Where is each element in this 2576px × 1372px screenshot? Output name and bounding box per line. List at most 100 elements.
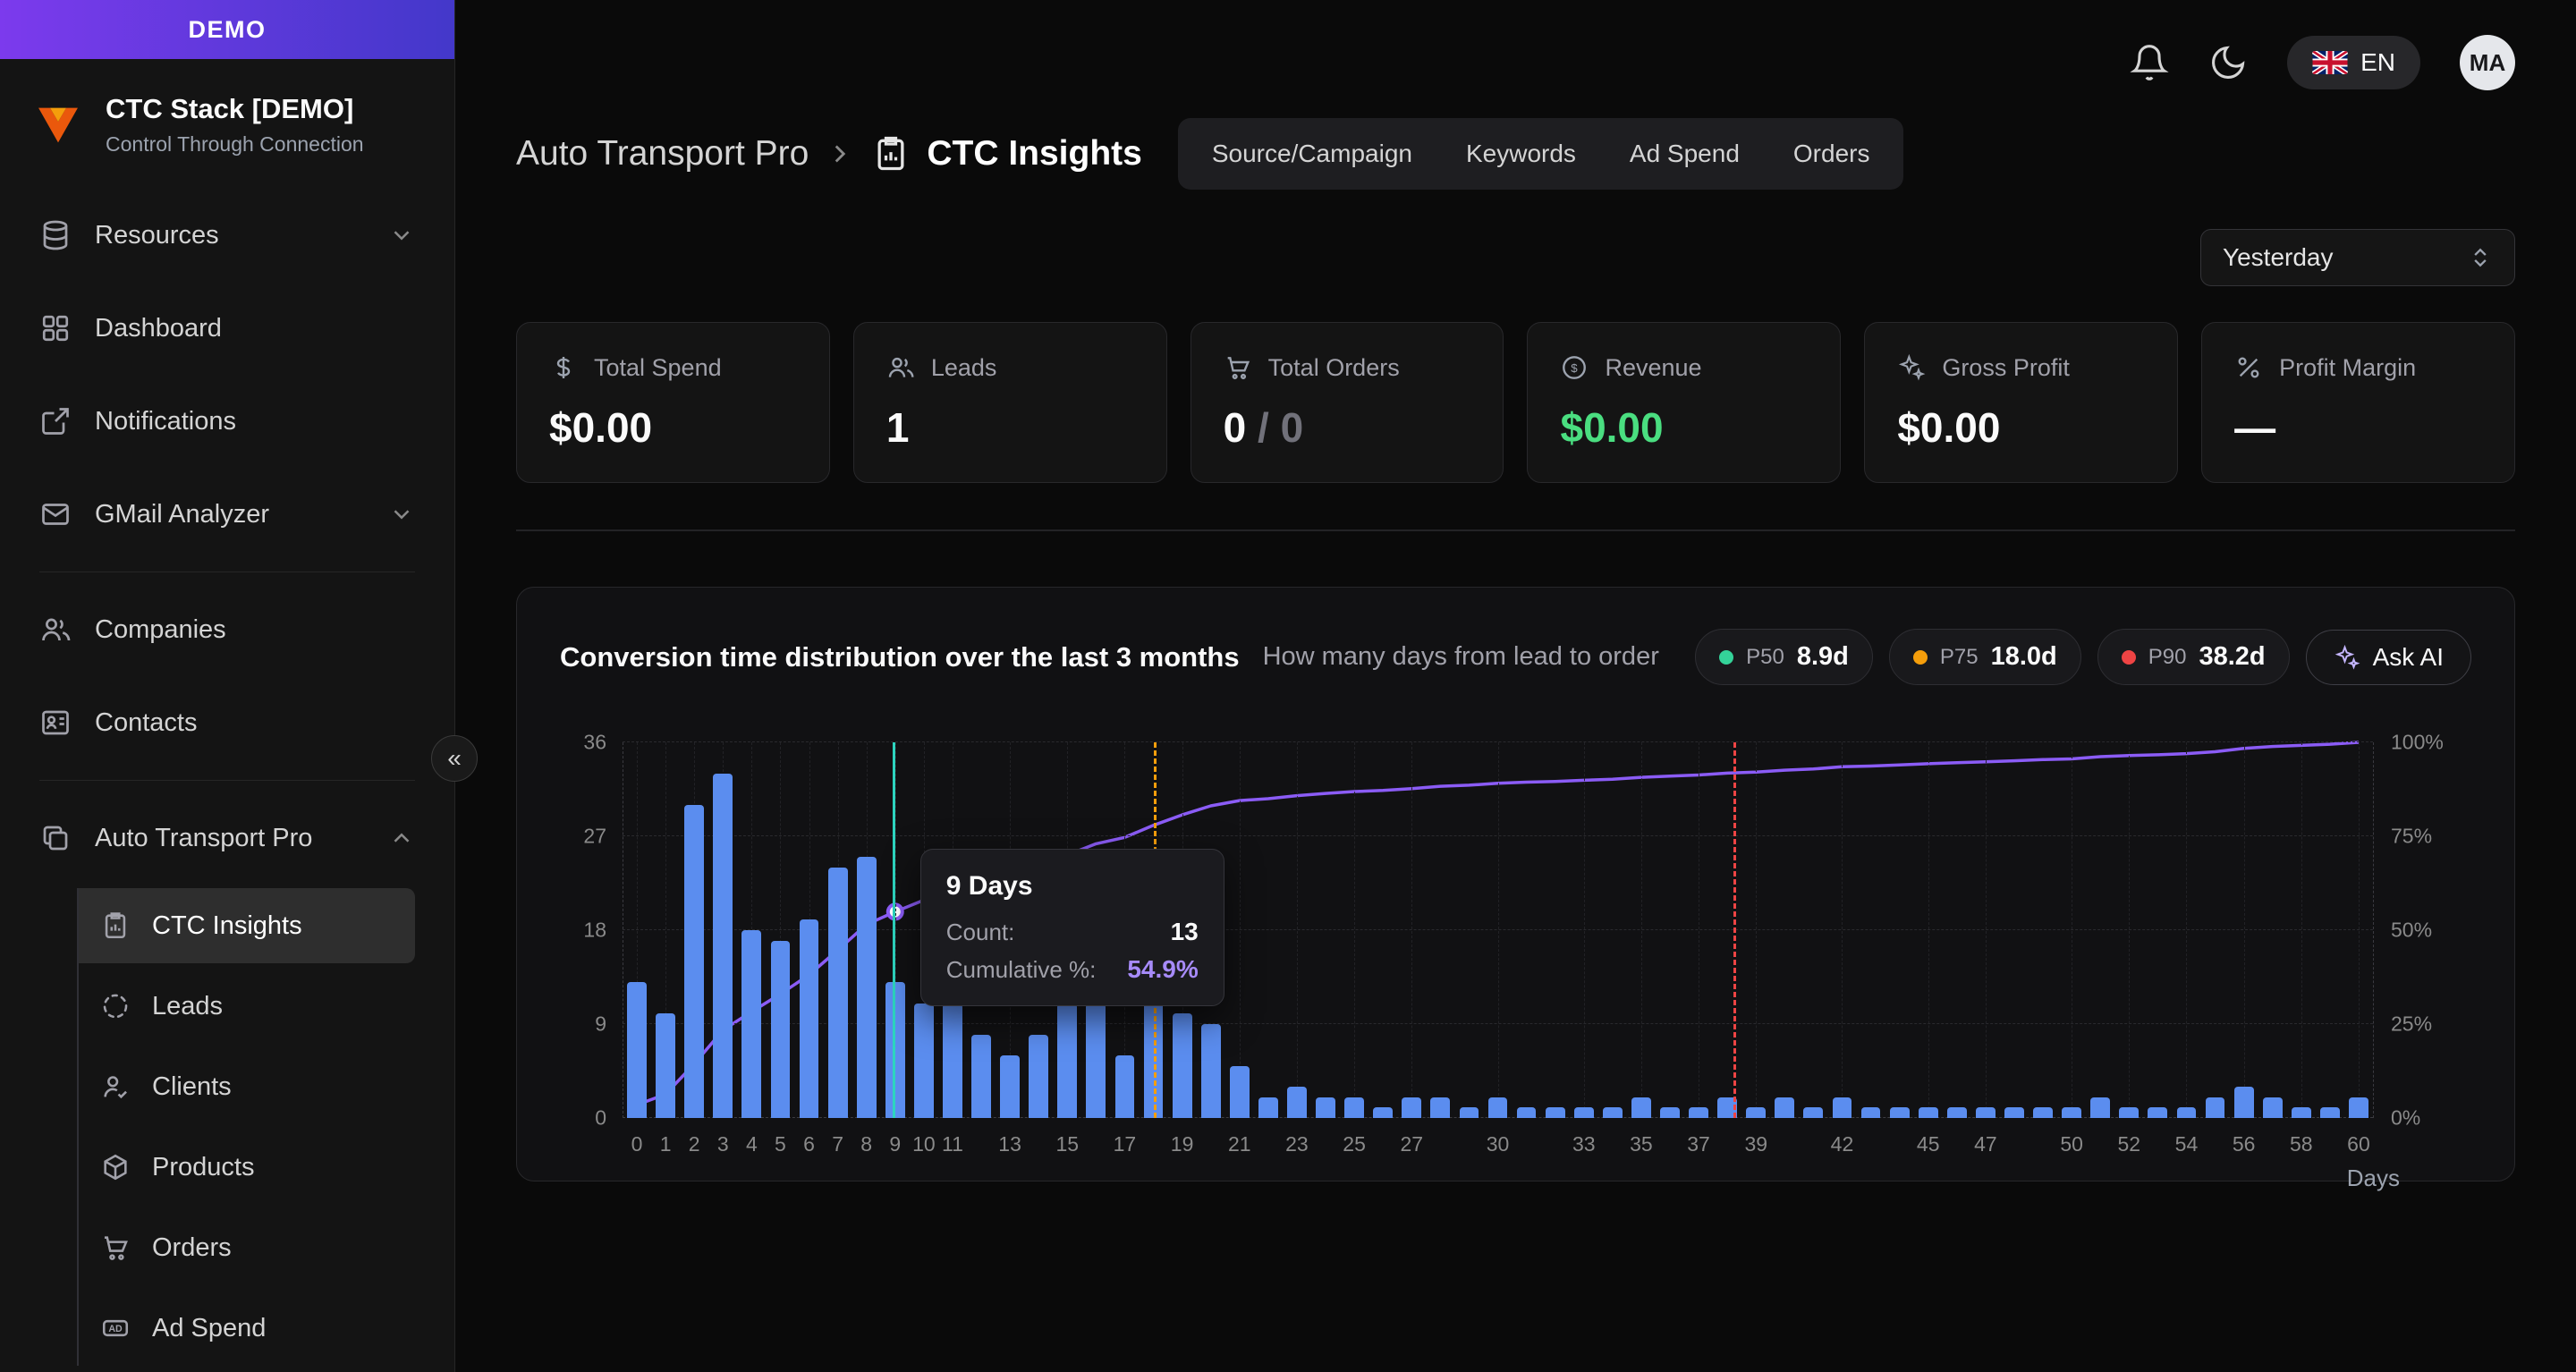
histogram-bar[interactable] [713,774,733,1118]
sidebar-item-gmail-analyzer[interactable]: GMail Analyzer [20,471,435,557]
chart-area: 09182736 Days 01234567891011131517192123… [560,742,2471,1118]
histogram-bar[interactable] [741,930,761,1118]
tab-orders[interactable]: Orders [1767,125,1897,182]
histogram-bar[interactable] [971,1035,991,1118]
sidebar-item-notifications[interactable]: Notifications [20,378,435,464]
histogram-bar[interactable] [1258,1097,1278,1118]
histogram-bar[interactable] [2320,1107,2340,1118]
chart-badges: P508.9d P7518.0d P9038.2d Ask AI [1695,629,2471,685]
sidebar: DEMO CTC Stack [DEMO] Control Through Co… [0,0,455,1372]
histogram-bar[interactable] [828,868,848,1118]
sidebar-collapse-button[interactable]: « [431,735,478,782]
chart-header: Conversion time distribution over the la… [560,629,2471,685]
kpi-value: $0.00 [1560,403,1808,452]
histogram-bar[interactable] [1460,1107,1479,1118]
histogram-bar[interactable] [1546,1107,1565,1118]
sidebar-item-contacts[interactable]: Contacts [20,680,435,766]
tab-group: Source/Campaign Keywords Ad Spend Orders [1178,118,1904,190]
language-selector[interactable]: EN [2287,36,2420,89]
histogram-bar[interactable] [2349,1097,2368,1118]
sidebar-item-auto-transport-pro[interactable]: Auto Transport Pro [20,795,435,881]
sidebar-item-resources[interactable]: Resources [20,192,435,278]
histogram-bar[interactable] [627,982,647,1118]
svg-text:AD: AD [108,1324,123,1334]
histogram-bar[interactable] [2206,1097,2225,1118]
histogram-bar[interactable] [1057,1004,1077,1118]
histogram-bar[interactable] [1947,1107,1967,1118]
histogram-bar[interactable] [2062,1107,2081,1118]
histogram-bar[interactable] [800,919,819,1118]
histogram-bar[interactable] [1919,1107,1938,1118]
histogram-bar[interactable] [1603,1107,1623,1118]
histogram-bar[interactable] [2004,1107,2024,1118]
histogram-bar[interactable] [1115,1055,1135,1118]
histogram-bar[interactable] [1660,1107,1680,1118]
histogram-bar[interactable] [656,1013,675,1118]
histogram-bar[interactable] [1976,1107,1996,1118]
sidebar-item-dashboard[interactable]: Dashboard [20,285,435,371]
histogram-bar[interactable] [2033,1107,2053,1118]
histogram-bar[interactable] [771,941,791,1118]
date-range-select[interactable]: Yesterday [2200,229,2515,286]
uk-flag-icon [2312,51,2348,74]
sidebar-subitem-products[interactable]: Products [79,1130,415,1205]
p50-badge[interactable]: P508.9d [1695,629,1873,685]
histogram-bar[interactable] [1861,1107,1881,1118]
sidebar-subitem-leads[interactable]: Leads [79,969,415,1044]
user-avatar[interactable]: MA [2460,35,2515,90]
histogram-bar[interactable] [1402,1097,1421,1118]
sidebar-item-companies[interactable]: Companies [20,587,435,673]
histogram-bar[interactable] [1488,1097,1508,1118]
sidebar-subitem-ad-spend[interactable]: AD Ad Spend [79,1291,415,1366]
histogram-bar[interactable] [1373,1107,1393,1118]
histogram-bar[interactable] [2090,1097,2110,1118]
histogram-bar[interactable] [1803,1107,1823,1118]
kpi-label: Gross Profit [1942,354,2070,382]
brand[interactable]: CTC Stack [DEMO] Control Through Connect… [0,59,454,183]
histogram-bar[interactable] [1833,1097,1852,1118]
p75-badge[interactable]: P7518.0d [1889,629,2081,685]
ask-ai-button[interactable]: Ask AI [2306,630,2471,685]
histogram-bar[interactable] [1746,1107,1766,1118]
database-icon [39,219,72,251]
histogram-bar[interactable] [2263,1097,2283,1118]
histogram-bar[interactable] [1430,1097,1450,1118]
histogram-bar[interactable] [2177,1107,2197,1118]
histogram-bar[interactable] [2292,1107,2311,1118]
histogram-bar[interactable] [2119,1107,2139,1118]
sidebar-subitem-ctc-insights[interactable]: CTC Insights [79,888,415,963]
histogram-bar[interactable] [1631,1097,1651,1118]
histogram-bar[interactable] [1201,1024,1221,1118]
histogram-bar[interactable] [1316,1097,1335,1118]
histogram-bar[interactable] [1000,1055,1020,1118]
histogram-bar[interactable] [1344,1097,1364,1118]
histogram-bar[interactable] [1287,1087,1307,1118]
histogram-bar[interactable] [886,982,905,1118]
sidebar-subitem-clients[interactable]: Clients [79,1049,415,1124]
histogram-bar[interactable] [943,1004,962,1118]
histogram-bar[interactable] [1230,1066,1250,1118]
histogram-bar[interactable] [1173,1013,1192,1118]
histogram-bar[interactable] [1086,1004,1106,1118]
histogram-bar[interactable] [1574,1107,1594,1118]
histogram-bar[interactable] [857,857,877,1118]
histogram-bar[interactable] [2148,1107,2167,1118]
histogram-bar[interactable] [1689,1107,1708,1118]
histogram-bar[interactable] [1029,1035,1048,1118]
p90-badge[interactable]: P9038.2d [2097,629,2290,685]
tab-ad-spend[interactable]: Ad Spend [1603,125,1767,182]
histogram-bar[interactable] [684,805,704,1118]
tab-source-campaign[interactable]: Source/Campaign [1185,125,1439,182]
sidebar-item-label: Companies [95,615,415,645]
histogram-bar[interactable] [2234,1087,2254,1118]
histogram-bar[interactable] [914,1004,934,1118]
theme-moon-icon[interactable] [2208,43,2248,82]
histogram-bar[interactable] [1517,1107,1537,1118]
tab-keywords[interactable]: Keywords [1439,125,1603,182]
notifications-bell-icon[interactable] [2130,43,2169,82]
x-axis-tick: 13 [998,1132,1021,1156]
histogram-bar[interactable] [1775,1097,1794,1118]
histogram-bar[interactable] [1890,1107,1910,1118]
breadcrumb-parent[interactable]: Auto Transport Pro [516,134,809,174]
sidebar-subitem-orders[interactable]: Orders [79,1210,415,1285]
